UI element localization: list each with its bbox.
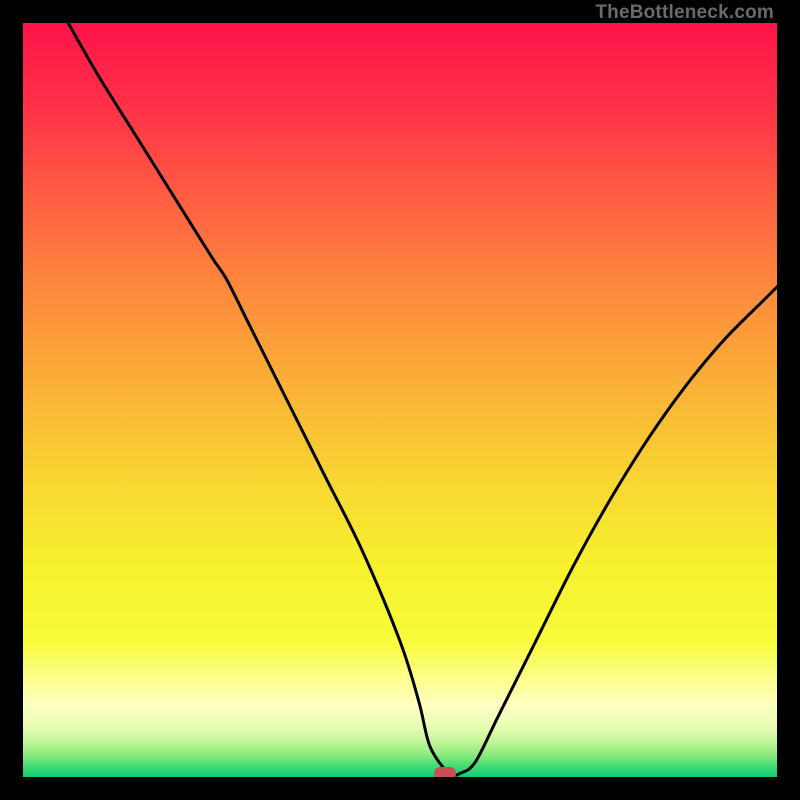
bottleneck-curve — [23, 23, 777, 777]
chart-frame: TheBottleneck.com — [0, 0, 800, 800]
plot-area — [23, 23, 777, 777]
optimal-marker — [434, 767, 457, 777]
attribution-label: TheBottleneck.com — [595, 2, 774, 24]
